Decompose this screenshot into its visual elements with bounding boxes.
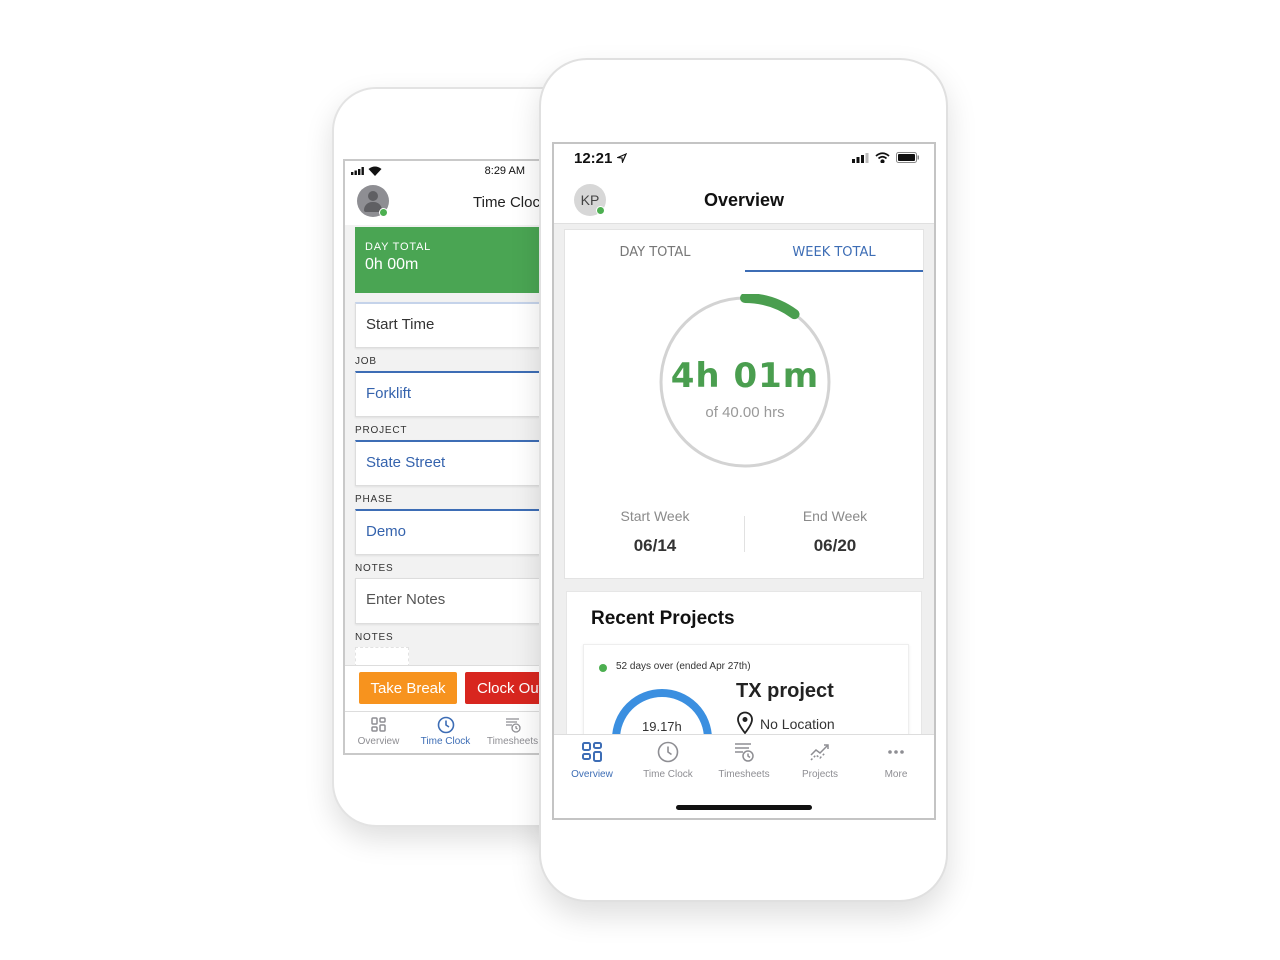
end-week-label: End Week	[802, 508, 868, 524]
tab-time-clock[interactable]: Time Clock	[412, 712, 479, 753]
tab-bar: Overview Time Clock Timesheets Projects …	[554, 734, 934, 818]
status-bar: 8:29 AM	[345, 161, 561, 181]
signal-icon	[351, 167, 364, 175]
tab-more[interactable]: More	[858, 741, 934, 780]
project-name: TX project	[736, 680, 834, 702]
clock-icon	[437, 716, 454, 734]
project-hours: 19.17h	[642, 719, 682, 734]
phase-field[interactable]: Demo	[355, 509, 561, 555]
clock-icon	[657, 741, 679, 763]
job-label: JOB	[355, 356, 377, 367]
location-pin-icon	[737, 711, 753, 735]
tab-label: Projects	[801, 769, 839, 780]
tab-day-total[interactable]: DAY TOTAL	[565, 230, 745, 272]
home-indicator	[676, 805, 812, 810]
wifi-icon	[368, 166, 382, 176]
more-icon	[888, 750, 904, 754]
status-time: 8:29 AM	[484, 165, 525, 177]
project-status: 52 days over (ended Apr 27th)	[616, 661, 751, 672]
notes-label-2: NOTES	[355, 632, 394, 643]
week-progress-ring: 4h 01m of 40.00 hrs	[658, 293, 832, 470]
app-header: Time Clock	[345, 181, 561, 225]
tab-label: Timesheets	[486, 736, 539, 747]
time-clock-screen: 8:29 AM Time Clock DAY TOTAL 0h 00m Star…	[343, 159, 563, 755]
notes-label: NOTES	[355, 563, 394, 574]
recent-projects-title: Recent Projects	[591, 608, 735, 629]
tab-label: Time Clock	[643, 769, 693, 780]
tab-time-clock[interactable]: Time Clock	[630, 741, 706, 780]
day-total-card: DAY TOTAL 0h 00m	[355, 227, 561, 293]
tab-label: Time Clock	[420, 736, 471, 747]
person-icon-head	[368, 191, 378, 201]
timesheets-icon	[735, 743, 754, 762]
status-time: 12:21	[574, 150, 627, 167]
action-bar: Take Break Clock Out	[345, 665, 561, 711]
week-total-value: 4h 01m	[670, 356, 820, 396]
recent-projects-card: Recent Projects 52 days over (ended Apr …	[566, 591, 922, 764]
trend-icon	[810, 744, 829, 761]
tab-label: More	[884, 769, 908, 780]
tab-timesheets[interactable]: Timesheets	[479, 712, 546, 753]
tab-overview[interactable]: Overview	[554, 741, 630, 780]
tab-bar: Overview Time Clock Timesheets	[345, 711, 561, 753]
battery-icon	[896, 152, 919, 163]
app-header: KP Overview	[554, 176, 934, 224]
notes-field[interactable]: Enter Notes	[355, 578, 561, 624]
tab-timesheets[interactable]: Timesheets	[706, 741, 782, 780]
notes-attachment-field[interactable]	[355, 647, 409, 667]
signal-icon	[852, 152, 869, 163]
project-field[interactable]: State Street	[355, 440, 561, 486]
page-title: Time Clock	[473, 194, 548, 211]
page-title: Overview	[703, 190, 785, 210]
totals-card: DAY TOTAL WEEK TOTAL 4h 01m of 40.00 hrs…	[564, 229, 924, 579]
online-status-dot	[379, 208, 388, 217]
timesheets-icon	[505, 718, 521, 733]
status-icons	[852, 152, 920, 163]
grid-icon	[370, 717, 386, 732]
project-status-dot	[599, 664, 607, 672]
start-week-value: 06/14	[633, 536, 677, 555]
project-label: PROJECT	[355, 425, 408, 436]
location-arrow-icon	[615, 152, 627, 165]
start-week: Start Week 06/14	[565, 508, 745, 556]
end-week-value: 06/20	[813, 536, 857, 555]
tab-label: Timesheets	[718, 769, 770, 780]
tab-overview[interactable]: Overview	[345, 712, 412, 753]
status-time-text: 12:21	[574, 150, 613, 167]
tab-week-total[interactable]: WEEK TOTAL	[745, 230, 923, 272]
status-bar: 12:21	[554, 144, 934, 176]
grid-icon	[582, 742, 602, 762]
end-week: End Week 06/20	[745, 508, 925, 556]
job-field[interactable]: Forklift	[355, 371, 561, 417]
phase-label: PHASE	[355, 494, 393, 505]
day-total-label: DAY TOTAL	[365, 241, 432, 253]
ring-progress-arc	[740, 293, 800, 320]
project-location: No Location	[760, 716, 835, 732]
tab-label: Overview	[357, 736, 400, 747]
take-break-button[interactable]: Take Break	[359, 672, 457, 704]
tab-projects[interactable]: Projects	[782, 741, 858, 780]
day-total-value: 0h 00m	[365, 256, 419, 273]
tab-label: Overview	[571, 769, 613, 780]
overview-screen: 12:21 KP Overview DAY TOTAL WEEK TOTAL 4…	[552, 142, 936, 820]
wifi-icon	[875, 152, 890, 163]
week-total-goal: of 40.00 hrs	[705, 404, 785, 421]
start-time-field[interactable]: Start Time	[355, 302, 561, 348]
start-week-label: Start Week	[620, 508, 690, 524]
